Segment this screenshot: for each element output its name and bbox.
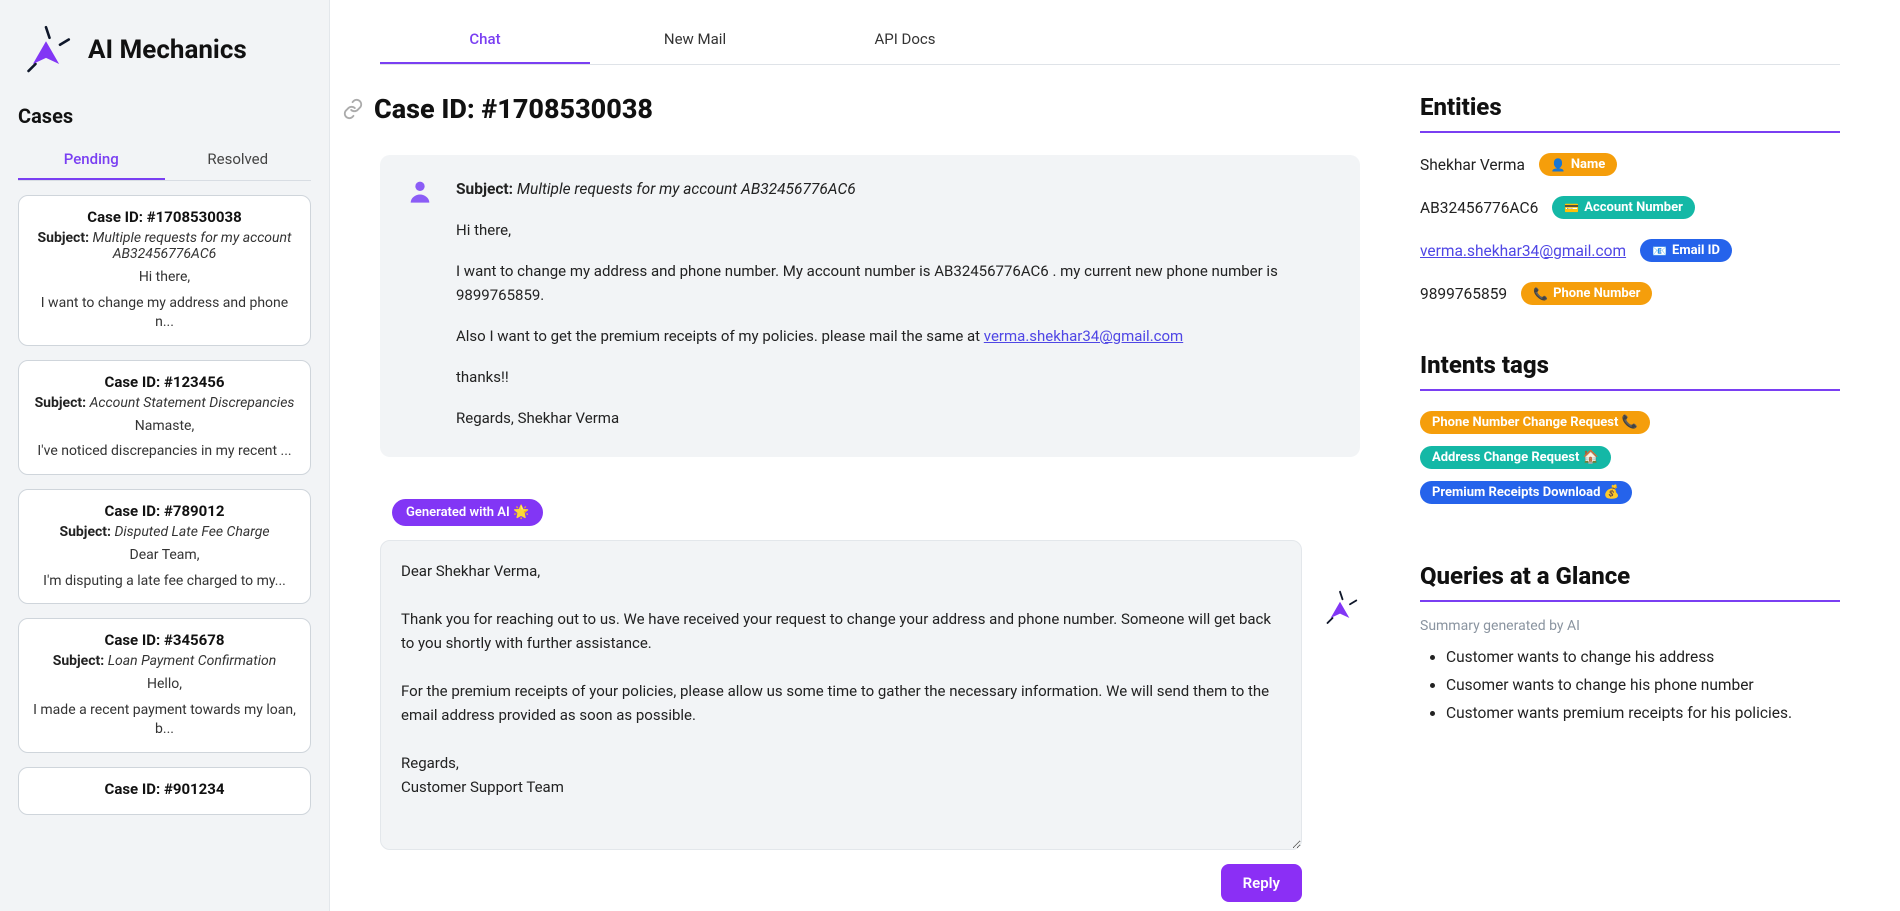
entity-badge-icon: 📧 [1652,244,1667,258]
case-id: Case ID: #345678 [33,631,296,649]
brand-logo-icon [18,22,74,78]
tab-new-mail[interactable]: New Mail [590,16,800,64]
generated-with-ai-chip: Generated with AI 🌟 [392,499,543,526]
case-subject: Multiple requests for my account AB32456… [93,230,292,262]
reply-actions: Reply [380,864,1360,902]
case-card[interactable]: Case ID: #789012 Subject: Disputed Late … [18,489,311,604]
case-snippet: Namaste, [33,417,296,437]
intent-badge: Premium Receipts Download 💰 [1420,481,1632,504]
reply-block [380,540,1360,850]
message-body: Subject: Multiple requests for my accoun… [456,177,1334,431]
entity-row: AB32456776AC6 💳 Account Number [1420,196,1840,219]
entity-badge: 👤 Name [1539,153,1617,176]
brand: AI Mechanics [18,8,311,102]
message-subject: Multiple requests for my account AB32456… [517,180,856,198]
intents-heading: Intents tags [1420,351,1840,391]
entity-badge-label: Email ID [1672,243,1720,258]
case-id: Case ID: #1708530038 [33,208,296,226]
case-id: Case ID: #901234 [33,780,296,798]
case-subject: Account Statement Discrepancies [90,395,295,411]
subject-label: Subject: [456,180,513,198]
entity-row: Shekhar Verma 👤 Name [1420,153,1840,176]
query-item: Customer wants to change his address [1446,648,1840,666]
sidebar-tab-resolved[interactable]: Resolved [165,140,312,180]
message-signature: Regards, Shekhar Verma [456,407,1334,430]
cases-heading: Cases [18,104,311,128]
entity-row: verma.shekhar34@gmail.com 📧 Email ID [1420,239,1840,262]
case-snippet: Hello, [33,675,296,695]
entity-value: Shekhar Verma [1420,156,1525,174]
entity-value-link[interactable]: verma.shekhar34@gmail.com [1420,242,1626,260]
entity-value: 9899765859 [1420,285,1507,303]
sidebar-tab-pending[interactable]: Pending [18,140,165,180]
main-tabs: Chat New Mail API Docs [380,16,1840,65]
subject-label: Subject: [35,395,90,411]
entity-badge-icon: 👤 [1551,158,1566,172]
message-line: Hi there, [456,219,1334,242]
entity-value: AB32456776AC6 [1420,199,1538,217]
case-id: Case ID: #123456 [33,373,296,391]
entities-heading: Entities [1420,93,1840,133]
user-avatar-icon [406,177,434,205]
case-subject: Loan Payment Confirmation [108,653,277,669]
case-snippet: Hi there, [33,268,296,288]
intent-badge: Address Change Request 🏠 [1420,446,1611,469]
message-line: I want to change my address and phone nu… [456,260,1334,307]
case-subject: Disputed Late Fee Charge [114,524,269,540]
entity-badge-icon: 💳 [1564,201,1579,215]
entity-badge: 📞 Phone Number [1521,282,1652,305]
case-card[interactable]: Case ID: #901234 [18,767,311,815]
query-item: Cusomer wants to change his phone number [1446,676,1840,694]
page-title: Case ID: #1708530038 [374,93,653,125]
case-snippet: I've noticed discrepancies in my recent … [33,442,296,462]
queries-heading: Queries at a Glance [1420,562,1840,602]
case-snippet: Dear Team, [33,546,296,566]
entity-badge-label: Account Number [1584,200,1683,215]
subject-label: Subject: [38,230,93,246]
queries-hint: Summary generated by AI [1420,618,1840,634]
cases-list: Case ID: #1708530038 Subject: Multiple r… [18,195,311,911]
link-icon[interactable] [342,98,364,120]
subject-label: Subject: [53,653,108,669]
case-card[interactable]: Case ID: #345678 Subject: Loan Payment C… [18,618,311,753]
queries-pane: Queries at a Glance Summary generated by… [1420,562,1840,722]
case-snippet: I made a recent payment towards my loan,… [33,701,296,740]
intents-pane: Intents tags Phone Number Change Request… [1420,351,1840,516]
query-item: Customer wants premium receipts for his … [1446,704,1840,722]
sidebar: AI Mechanics Cases Pending Resolved Case… [0,0,330,911]
message-line: Also I want to get the premium receipts … [456,325,1334,348]
message-line: thanks!! [456,366,1334,389]
case-snippet: I want to change my address and phone n.… [33,294,296,333]
intent-badge: Phone Number Change Request 📞 [1420,411,1650,434]
message-email-link[interactable]: verma.shekhar34@gmail.com [984,327,1183,345]
reply-button[interactable]: Reply [1221,864,1302,902]
entity-badge-label: Name [1571,157,1605,172]
entities-pane: Entities Shekhar Verma 👤 Name AB32456776AC6… [1420,93,1840,305]
case-id: Case ID: #789012 [33,502,296,520]
bot-logo-icon [1320,588,1360,628]
case-card[interactable]: Case ID: #123456 Subject: Account Statem… [18,360,311,475]
case-snippet: I'm disputing a late fee charged to my..… [33,572,296,592]
entity-badge: 📧 Email ID [1640,239,1732,262]
incoming-message: Subject: Multiple requests for my accoun… [380,155,1360,457]
subject-label: Subject: [59,524,114,540]
sidebar-tabs: Pending Resolved [18,140,311,181]
entity-row: 9899765859 📞 Phone Number [1420,282,1840,305]
tab-chat[interactable]: Chat [380,16,590,64]
entity-badge-icon: 📞 [1533,287,1548,301]
main: Chat New Mail API Docs Case ID: #1708530… [330,0,1900,911]
tab-api-docs[interactable]: API Docs [800,16,1010,64]
details-column: Entities Shekhar Verma 👤 Name AB32456776AC6… [1420,93,1840,902]
brand-name: AI Mechanics [88,35,247,65]
case-title-row: Case ID: #1708530038 [342,93,1360,125]
case-card[interactable]: Case ID: #1708530038 Subject: Multiple r… [18,195,311,346]
entity-badge: 💳 Account Number [1552,196,1695,219]
reply-textarea[interactable] [380,540,1302,850]
entity-badge-label: Phone Number [1553,286,1640,301]
chat-column: Case ID: #1708530038 Subject: Multiple r… [380,93,1360,902]
